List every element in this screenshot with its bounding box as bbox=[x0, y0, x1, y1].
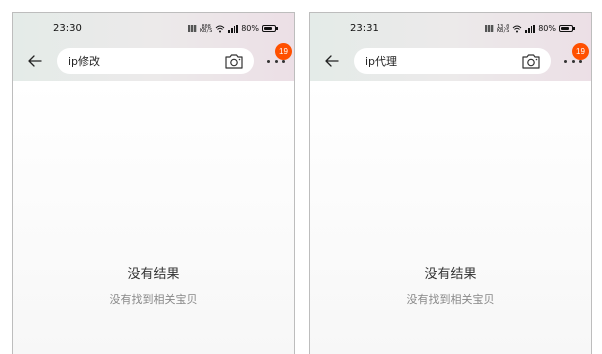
net-speed: 808 KB/S bbox=[200, 23, 213, 34]
battery-icon bbox=[559, 25, 575, 32]
battery-icon bbox=[262, 25, 278, 32]
header: 23:31 13.0 KB/S 80% ip代理 19 bbox=[310, 13, 591, 81]
search-query: ip代理 bbox=[365, 55, 398, 68]
phone-screen-left: 23:30 808 KB/S 80% ip修改 19 没有结果 没有找到相关宝贝 bbox=[12, 12, 295, 354]
status-icons: 808 KB/S 80% bbox=[188, 23, 278, 34]
status-time: 23:30 bbox=[53, 23, 82, 34]
notification-badge: 19 bbox=[275, 43, 292, 60]
signal-icon bbox=[228, 24, 239, 33]
camera-icon[interactable] bbox=[224, 52, 244, 70]
notification-badge: 19 bbox=[572, 43, 589, 60]
more-dot bbox=[564, 59, 567, 63]
status-time: 23:31 bbox=[350, 23, 379, 34]
empty-title: 没有结果 bbox=[127, 267, 180, 282]
status-bar: 23:30 808 KB/S 80% bbox=[13, 13, 294, 43]
status-bar: 23:31 13.0 KB/S 80% bbox=[310, 13, 591, 43]
results-area bbox=[13, 81, 294, 354]
battery-level: 80% bbox=[241, 24, 259, 33]
status-icons: 13.0 KB/S 80% bbox=[485, 23, 575, 34]
header: 23:30 808 KB/S 80% ip修改 19 bbox=[13, 13, 294, 81]
empty-subtitle: 没有找到相关宝贝 bbox=[406, 293, 495, 306]
search-input[interactable]: ip代理 bbox=[354, 48, 551, 74]
back-button[interactable] bbox=[322, 51, 342, 71]
more-dot bbox=[267, 59, 270, 63]
search-input[interactable]: ip修改 bbox=[57, 48, 254, 74]
empty-title: 没有结果 bbox=[424, 267, 477, 282]
results-area bbox=[310, 81, 591, 354]
empty-subtitle: 没有找到相关宝贝 bbox=[109, 293, 198, 306]
more-dot bbox=[274, 59, 278, 63]
network-icon bbox=[485, 25, 495, 32]
battery-level: 80% bbox=[538, 24, 556, 33]
back-arrow-icon bbox=[325, 55, 339, 67]
phone-screen-right: 23:31 13.0 KB/S 80% ip代理 19 没有结果 没有找到相关宝… bbox=[309, 12, 592, 354]
wifi-icon bbox=[215, 25, 225, 32]
camera-icon[interactable] bbox=[521, 52, 541, 70]
wifi-icon bbox=[512, 25, 522, 32]
search-query: ip修改 bbox=[68, 55, 101, 68]
back-button[interactable] bbox=[25, 51, 45, 71]
signal-icon bbox=[525, 24, 536, 33]
network-icon bbox=[188, 25, 198, 32]
more-dot bbox=[571, 59, 575, 63]
back-arrow-icon bbox=[28, 55, 42, 67]
net-speed: 13.0 KB/S bbox=[497, 23, 510, 34]
